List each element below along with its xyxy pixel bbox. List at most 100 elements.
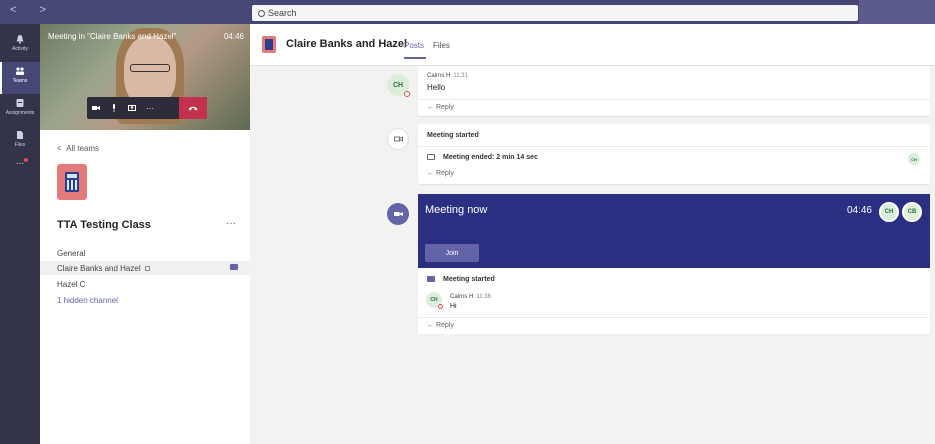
- search-icon: [258, 10, 265, 17]
- tab-active-indicator: [404, 57, 426, 59]
- file-icon: [17, 131, 23, 139]
- meeting-ended-text: Meeting ended: 2 min 14 sec: [443, 154, 538, 161]
- video-camera-icon: [427, 276, 435, 282]
- meeting-thread: Meeting started CH Cairns H 11:36 Hi ← Re…: [418, 268, 930, 334]
- participant-avatar[interactable]: CB: [902, 202, 922, 222]
- meeting-started-text: Meeting started: [443, 276, 495, 283]
- author-name: Cairns H: [427, 73, 451, 79]
- meeting-now-title: Meeting now: [425, 204, 488, 216]
- lock-icon: [144, 266, 150, 271]
- post-author: Cairns H 11:31: [427, 73, 468, 79]
- notification-dot: [24, 158, 28, 162]
- title-bar: < > Search: [0, 0, 935, 24]
- call-timer: 04:46: [223, 32, 244, 41]
- channel-header: Claire Banks and Hazel Posts Files: [250, 24, 935, 66]
- more-icon: ···: [146, 103, 154, 113]
- meeting-started-text: Meeting started: [427, 132, 479, 139]
- channel-general[interactable]: General: [57, 249, 85, 258]
- rail-teams[interactable]: Teams: [0, 62, 40, 94]
- meeting-card: Meeting started Meeting ended: 2 min 14 …: [418, 124, 930, 184]
- channel-hazel-c[interactable]: Hazel C: [57, 280, 85, 289]
- author-name: Cairns H: [450, 294, 474, 300]
- active-meeting-icon: [230, 264, 238, 270]
- search-input[interactable]: Search: [252, 5, 858, 21]
- divider: [418, 146, 930, 147]
- avatar-initials: CH: [392, 81, 404, 89]
- posts-feed: CH Cairns H 11:31 Hello ← Reply Meeting s…: [250, 66, 935, 444]
- avatar-initials: CH: [430, 297, 438, 303]
- call-controls: ···: [87, 97, 207, 119]
- team-more-button[interactable]: ···: [226, 218, 236, 229]
- team-avatar: [57, 164, 87, 200]
- rail-label: Teams: [12, 78, 28, 84]
- bell-icon: [16, 35, 24, 44]
- rail-label: Files: [14, 142, 26, 148]
- reply-button[interactable]: ← Reply: [427, 104, 454, 111]
- participant-avatar[interactable]: CH: [879, 202, 899, 222]
- hidden-channels-link[interactable]: 1 hidden channel: [57, 296, 118, 305]
- video-preview[interactable]: Meeting in "Claire Banks and Hazel" 04:4…: [40, 24, 250, 130]
- post-message: Hi: [450, 303, 457, 310]
- rail-label: Activity: [12, 46, 28, 52]
- meeting-now-banner: Meeting now 04:46 CH CB Join: [418, 194, 930, 268]
- share-screen-icon: [128, 104, 136, 111]
- participant-avatar[interactable]: CH: [908, 153, 920, 165]
- divider: [418, 317, 930, 318]
- search-placeholder: Search: [268, 8, 297, 18]
- assignments-icon: [16, 99, 24, 107]
- meeting-ended-row: Meeting ended: 2 min 14 sec: [427, 154, 538, 161]
- meeting-circle: [387, 128, 409, 150]
- hang-up-icon: [188, 106, 198, 110]
- post-author: Cairns H 11:36: [450, 294, 491, 300]
- join-button[interactable]: Join: [425, 244, 479, 262]
- camera-button[interactable]: [87, 97, 105, 119]
- post-time: 11:31: [453, 73, 468, 79]
- channel-label: Claire Banks and Hazel: [57, 264, 141, 273]
- camera-icon: [92, 106, 100, 110]
- participant-glasses: [130, 64, 170, 72]
- teams-icon: [16, 67, 24, 75]
- status-indicator: [438, 304, 443, 309]
- team-panel: < All teams TTA Testing Class ··· Genera…: [40, 130, 250, 444]
- team-icon: [262, 36, 276, 53]
- tab-files[interactable]: Files: [433, 41, 450, 50]
- meeting-circle: [387, 203, 409, 225]
- video-camera-icon: [393, 212, 403, 216]
- status-indicator: [404, 91, 410, 97]
- tab-posts[interactable]: Posts: [404, 41, 424, 50]
- channel-title: Claire Banks and Hazel: [286, 38, 408, 50]
- all-teams-label: All teams: [66, 144, 100, 153]
- all-teams-link[interactable]: < All teams: [57, 144, 99, 153]
- video-camera-icon: [427, 154, 435, 160]
- meeting-now-timer: 04:46: [846, 205, 872, 216]
- more-icon: ...: [15, 156, 25, 167]
- rail-assignments[interactable]: Assignments: [0, 94, 40, 126]
- nav-arrows[interactable]: < >: [10, 4, 56, 16]
- post-time: 11:36: [476, 294, 491, 300]
- post-card: Cairns H 11:31 Hello ← Reply: [418, 66, 930, 116]
- app-rail: Activity Teams Assignments Files ...: [0, 24, 40, 444]
- left-panel: Meeting in "Claire Banks and Hazel" 04:4…: [40, 24, 250, 444]
- channel-claire-banks-hazel[interactable]: Claire Banks and Hazel: [57, 264, 150, 273]
- calculator-icon: [65, 172, 79, 192]
- profile-area[interactable]: [859, 0, 935, 24]
- rail-files[interactable]: Files: [0, 126, 40, 158]
- rail-label: Assignments: [5, 110, 35, 116]
- mic-button[interactable]: [105, 97, 123, 119]
- mic-icon: [113, 104, 115, 112]
- rail-activity[interactable]: Activity: [0, 30, 40, 62]
- avatar[interactable]: CH: [426, 292, 443, 309]
- meeting-started-row: Meeting started: [427, 276, 495, 283]
- video-camera-icon: [393, 136, 403, 142]
- call-title: Meeting in "Claire Banks and Hazel": [48, 32, 177, 41]
- rail-more[interactable]: ...: [0, 156, 40, 188]
- hang-up-button[interactable]: [179, 97, 207, 119]
- share-button[interactable]: [123, 97, 141, 119]
- avatar[interactable]: CH: [387, 74, 410, 97]
- team-name: TTA Testing Class: [57, 219, 151, 231]
- post-message: Hello: [427, 83, 446, 92]
- divider: [418, 99, 930, 100]
- more-actions-button[interactable]: ···: [141, 97, 159, 119]
- reply-button[interactable]: ← Reply: [427, 170, 454, 177]
- reply-button[interactable]: ← Reply: [427, 322, 454, 329]
